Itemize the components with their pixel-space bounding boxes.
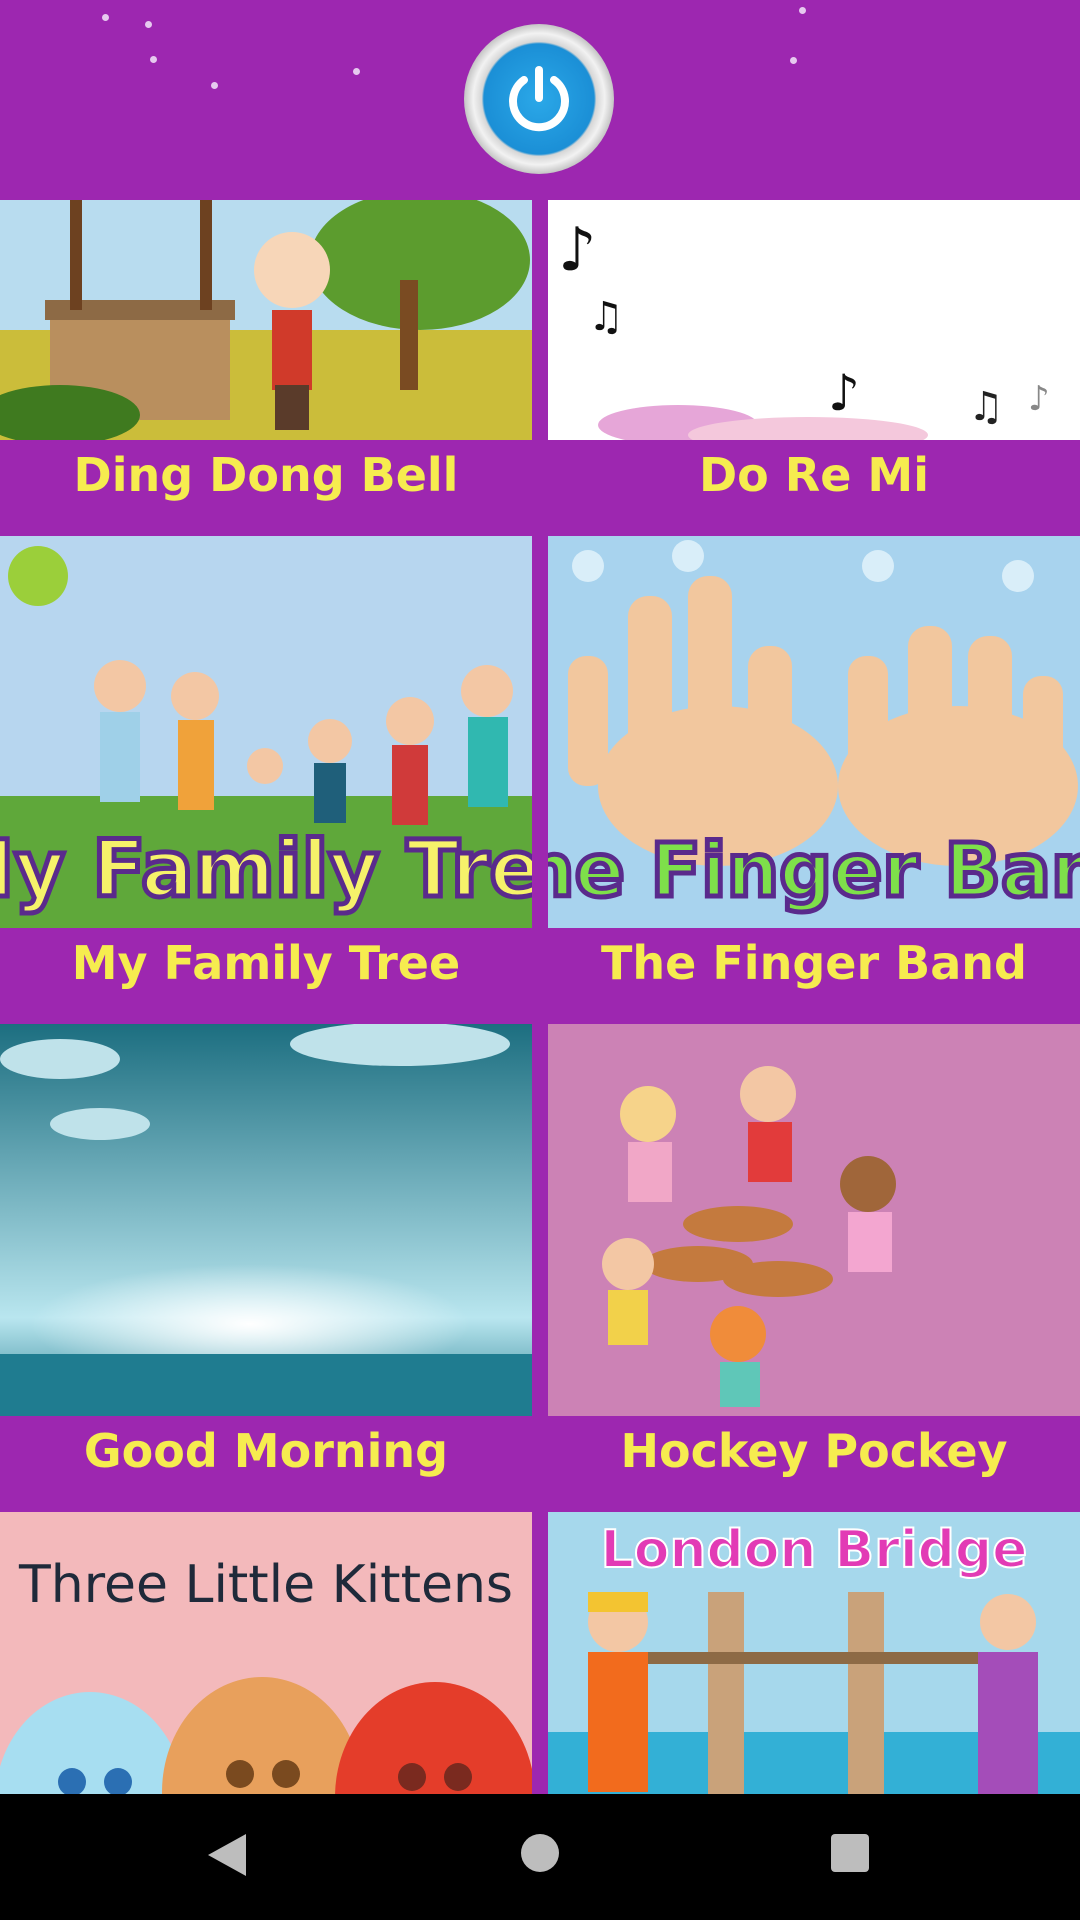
song-thumbnail: My Family Tree: [0, 536, 532, 928]
song-thumbnail: London Bridge: [548, 1512, 1080, 1794]
song-thumbnail: [0, 1024, 532, 1416]
song-card-the-finger-band[interactable]: The Finger Band The Finger Band: [548, 536, 1080, 1024]
header: [0, 0, 1080, 200]
star-decoration: [102, 14, 109, 21]
song-title: Ding Dong Bell: [73, 448, 459, 502]
star-decoration: [790, 57, 797, 64]
svg-text:♪: ♪: [1028, 379, 1050, 419]
recents-icon[interactable]: [831, 1834, 869, 1872]
back-icon[interactable]: [206, 1832, 248, 1878]
home-icon[interactable]: [521, 1834, 559, 1872]
song-card-my-family-tree[interactable]: My Family Tree My Family Tree: [0, 536, 532, 1024]
system-navigation-bar: [0, 1794, 1080, 1920]
star-decoration: [150, 56, 157, 63]
song-card-three-little-kittens[interactable]: Three Little Kittens: [0, 1512, 532, 1794]
star-decoration: [799, 7, 806, 14]
song-card-hockey-pockey[interactable]: Hockey Pockey: [548, 1024, 1080, 1512]
thumbnail-caption: Three Little Kittens: [18, 1555, 513, 1615]
song-title: Hockey Pockey: [620, 1424, 1008, 1478]
svg-text:♪: ♪: [828, 364, 860, 422]
svg-text:♫: ♫: [588, 294, 624, 340]
thumbnail-caption: The Finger Band: [548, 828, 1080, 914]
svg-text:♪: ♪: [558, 215, 596, 285]
song-card-good-morning[interactable]: Good Morning: [0, 1024, 532, 1512]
power-icon: [509, 66, 569, 132]
song-title: Good Morning: [83, 1424, 449, 1478]
song-thumbnail: [548, 1024, 1080, 1416]
star-decoration: [211, 82, 218, 89]
song-title: My Family Tree: [71, 936, 461, 990]
song-grid: Ding Dong Bell ♪ ♫ ♪ ♫ ♪ Do Re Mi y Fami…: [0, 200, 1080, 1794]
thumbnail-caption: My Family Tree: [0, 825, 532, 915]
song-title: The Finger Band: [601, 936, 1027, 990]
svg-text:♫: ♫: [968, 384, 1004, 430]
song-title: Do Re Mi: [699, 448, 929, 502]
thumbnail-caption: London Bridge: [601, 1520, 1028, 1580]
song-thumbnail: [0, 200, 532, 440]
song-thumbnail: The Finger Band: [548, 536, 1080, 928]
power-button[interactable]: [464, 24, 614, 174]
song-card-london-bridge[interactable]: London Bridge: [548, 1512, 1080, 1794]
star-decoration: [145, 21, 152, 28]
song-thumbnail: ♪ ♫ ♪ ♫ ♪: [548, 200, 1080, 440]
star-decoration: [353, 68, 360, 75]
song-thumbnail: Three Little Kittens: [0, 1512, 532, 1794]
